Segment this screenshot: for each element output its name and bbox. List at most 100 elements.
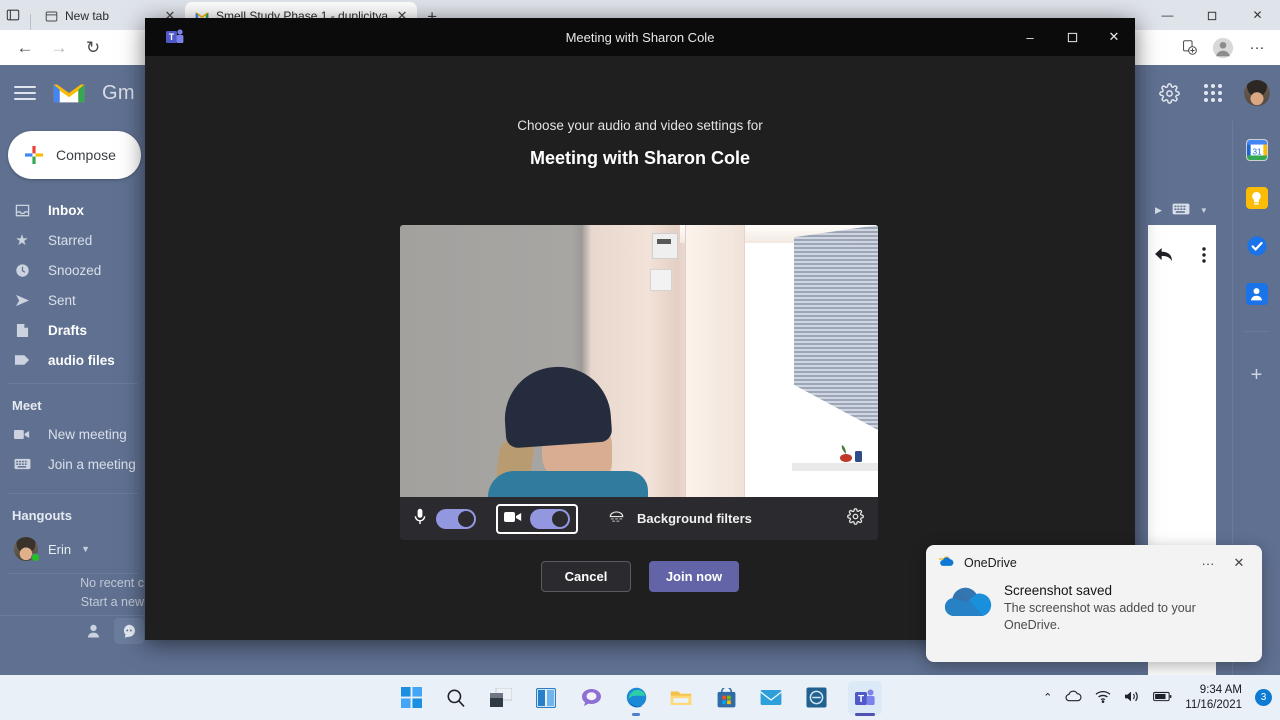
contacts-icon[interactable] bbox=[78, 618, 108, 644]
camera-toggle-group[interactable] bbox=[496, 503, 578, 534]
sidebar-item-inbox[interactable]: Inbox bbox=[0, 195, 148, 225]
sidebar-item-label: New meeting bbox=[48, 426, 127, 442]
gear-icon[interactable] bbox=[1156, 80, 1182, 106]
gmail-brand-text: Gm bbox=[102, 81, 135, 104]
start-icon[interactable] bbox=[398, 685, 424, 711]
taskbar-clock[interactable]: 9:34 AM 11/16/2021 bbox=[1185, 683, 1242, 713]
sidebar-item-label: Starred bbox=[48, 232, 93, 248]
add-icon[interactable]: + bbox=[1251, 364, 1263, 387]
teams-window-controls: – ✕ bbox=[1009, 18, 1135, 56]
svg-text:T: T bbox=[169, 32, 175, 42]
toast-more-button[interactable]: ··· bbox=[1197, 556, 1219, 571]
keep-icon[interactable] bbox=[1245, 187, 1268, 209]
compose-button[interactable]: Compose bbox=[8, 131, 141, 179]
clock-time: 9:34 AM bbox=[1199, 683, 1242, 696]
clock-date: 11/16/2021 bbox=[1185, 698, 1242, 711]
chat-bubble-icon[interactable] bbox=[114, 617, 144, 644]
teams-maximize-button[interactable] bbox=[1051, 18, 1093, 56]
battery-icon[interactable] bbox=[1153, 691, 1172, 705]
browser-close-button[interactable]: ✕ bbox=[1235, 0, 1280, 30]
teams-minimize-button[interactable]: – bbox=[1009, 18, 1051, 56]
browser-more-button[interactable]: ··· bbox=[1240, 33, 1274, 63]
task-view-icon[interactable] bbox=[488, 685, 514, 711]
sidebar-item-label: Inbox bbox=[48, 202, 84, 218]
edge-icon[interactable] bbox=[623, 685, 649, 716]
chevron-down-icon[interactable]: ▼ bbox=[1200, 206, 1208, 215]
compose-label: Compose bbox=[56, 147, 116, 163]
app-icon[interactable] bbox=[803, 685, 829, 711]
camera-toggle[interactable] bbox=[530, 508, 570, 529]
sidebar-footer bbox=[0, 615, 148, 645]
background-effects-icon bbox=[608, 510, 625, 528]
label-icon bbox=[12, 354, 32, 366]
hangouts-user-row[interactable]: Erin ▼ bbox=[0, 529, 148, 562]
system-tray: ⌃ 9:34 AM 11/16/2021 3 bbox=[1043, 683, 1272, 713]
chevron-down-icon[interactable]: ▼ bbox=[81, 544, 90, 554]
mail-icon[interactable] bbox=[758, 685, 784, 711]
search-icon[interactable] bbox=[443, 685, 469, 711]
menu-icon[interactable] bbox=[14, 82, 36, 104]
file-explorer-icon[interactable] bbox=[668, 685, 694, 711]
browser-minimize-button[interactable]: — bbox=[1145, 0, 1190, 30]
prejoin-meeting-name: Meeting with Sharon Cole bbox=[529, 148, 750, 168]
sidebar-item-drafts[interactable]: Drafts bbox=[0, 315, 148, 345]
beanie-hat bbox=[501, 363, 613, 449]
onedrive-cloud-icon bbox=[940, 583, 992, 623]
avatar[interactable] bbox=[1244, 80, 1270, 106]
more-vertical-icon[interactable] bbox=[1202, 247, 1206, 266]
toggle-knob bbox=[458, 510, 474, 527]
back-button[interactable]: ← bbox=[8, 33, 42, 63]
store-icon[interactable] bbox=[713, 685, 739, 711]
chat-icon[interactable] bbox=[578, 685, 604, 711]
prejoin-subtitle: Choose your audio and video settings for bbox=[517, 118, 763, 133]
sidebar-item-label: Drafts bbox=[48, 322, 88, 338]
toast-close-button[interactable]: ✕ bbox=[1228, 555, 1250, 571]
contacts-icon[interactable] bbox=[1245, 283, 1268, 305]
cancel-button[interactable]: Cancel bbox=[541, 561, 631, 592]
onedrive-icon bbox=[938, 554, 955, 573]
sidebar-item-join-meeting[interactable]: Join a meeting bbox=[0, 449, 148, 479]
join-now-button[interactable]: Join now bbox=[649, 561, 739, 592]
navbar-right-group: ··· bbox=[1172, 33, 1274, 63]
teams-close-button[interactable]: ✕ bbox=[1093, 18, 1135, 56]
reload-button[interactable]: ↻ bbox=[76, 33, 110, 63]
sidebar-item-sent[interactable]: Sent bbox=[0, 285, 148, 315]
meet-section-title: Meet bbox=[12, 398, 42, 413]
keyboard-icon[interactable] bbox=[1172, 203, 1190, 218]
reply-icon[interactable] bbox=[1154, 247, 1173, 266]
tray-chevron-icon[interactable]: ⌃ bbox=[1043, 691, 1052, 704]
toast-header: OneDrive ··· ✕ bbox=[926, 545, 1262, 581]
teams-icon[interactable]: T bbox=[848, 680, 882, 716]
sidebar-item-starred[interactable]: ★ Starred bbox=[0, 225, 148, 255]
notification-badge[interactable]: 3 bbox=[1255, 689, 1272, 706]
gmail-logo bbox=[52, 80, 86, 106]
profile-icon[interactable] bbox=[1206, 33, 1240, 63]
video-camera-icon bbox=[12, 429, 32, 440]
teams-logo-icon: T bbox=[165, 27, 185, 47]
thermostat bbox=[652, 233, 678, 259]
volume-icon[interactable] bbox=[1124, 690, 1140, 706]
gear-icon[interactable] bbox=[847, 508, 864, 529]
microphone-toggle[interactable] bbox=[436, 508, 476, 529]
calendar-icon[interactable]: 31 bbox=[1245, 139, 1268, 161]
sidebar-item-label: Snoozed bbox=[48, 262, 102, 278]
forward-button[interactable]: → bbox=[42, 33, 76, 63]
rail-divider bbox=[1244, 331, 1269, 332]
microphone-icon[interactable] bbox=[414, 508, 426, 529]
widgets-icon[interactable] bbox=[533, 685, 559, 711]
onedrive-tray-icon[interactable] bbox=[1065, 690, 1082, 705]
sidebar-item-new-meeting[interactable]: New meeting bbox=[0, 419, 148, 449]
gmail-header-actions bbox=[1156, 65, 1270, 121]
browser-maximize-button[interactable] bbox=[1190, 0, 1235, 30]
compose-plus-icon bbox=[24, 145, 44, 165]
tab-search-icon[interactable] bbox=[0, 0, 26, 30]
apps-grid-icon[interactable] bbox=[1200, 80, 1226, 106]
wifi-icon[interactable] bbox=[1095, 690, 1111, 706]
sidebar-item-audio-files[interactable]: audio files bbox=[0, 345, 148, 375]
background-filters-button[interactable]: Background filters bbox=[608, 510, 752, 528]
sidebar-item-snoozed[interactable]: Snoozed bbox=[0, 255, 148, 285]
window-sill bbox=[792, 463, 878, 471]
arrow-right-icon: ▶ bbox=[1155, 205, 1162, 215]
collections-icon[interactable] bbox=[1172, 33, 1206, 63]
tasks-icon[interactable] bbox=[1246, 235, 1268, 257]
